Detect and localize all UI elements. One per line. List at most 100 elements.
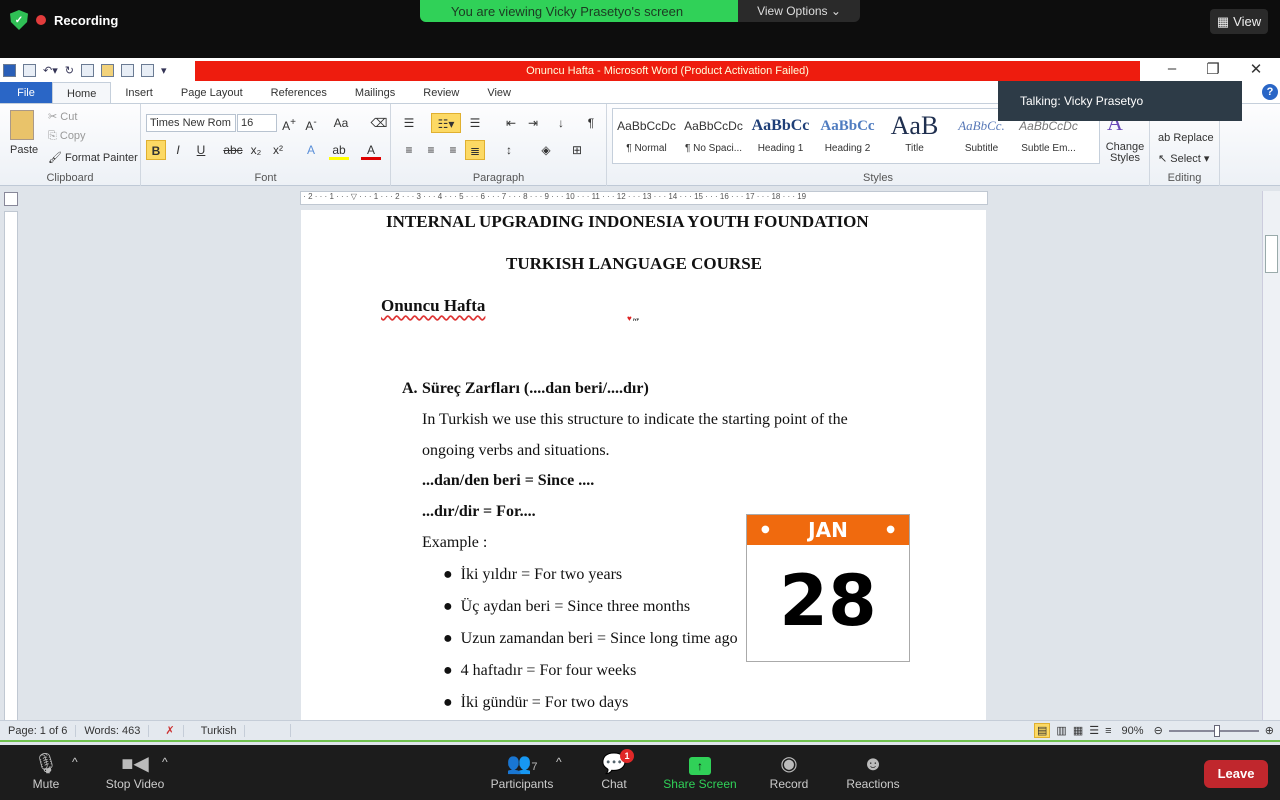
web-layout-icon[interactable]: ▦ bbox=[1073, 724, 1083, 737]
draft-icon[interactable]: ≡ bbox=[1105, 725, 1111, 737]
tab-insert[interactable]: Insert bbox=[111, 82, 167, 103]
full-screen-reading-icon[interactable]: ▥ bbox=[1056, 724, 1066, 737]
shrink-font-icon[interactable]: A- bbox=[301, 113, 321, 133]
participants-options-caret[interactable]: ^ bbox=[556, 755, 562, 769]
style-heading-1[interactable]: AaBbCc Heading 1 bbox=[747, 109, 814, 154]
increase-indent-icon[interactable]: ⇥ bbox=[523, 113, 543, 133]
italic-button[interactable]: I bbox=[168, 140, 188, 160]
zoom-out-icon[interactable]: ⊖ bbox=[1154, 724, 1163, 737]
align-right-icon[interactable]: ≡ bbox=[443, 140, 463, 160]
record-button[interactable]: ◉ Record bbox=[766, 751, 812, 791]
tab-mailings[interactable]: Mailings bbox=[341, 82, 409, 103]
tab-file[interactable]: File bbox=[0, 82, 52, 103]
customize-qat-icon[interactable]: ▾ bbox=[161, 64, 167, 77]
print-icon[interactable] bbox=[120, 63, 134, 77]
chat-badge: 1 bbox=[620, 749, 634, 763]
new-icon[interactable] bbox=[80, 63, 94, 77]
sort-icon[interactable]: ↓ bbox=[551, 113, 571, 133]
clear-format-icon[interactable]: ⌫ bbox=[369, 113, 389, 133]
outline-icon[interactable]: ☰ bbox=[1089, 724, 1099, 737]
reactions-button[interactable]: ☻ Reactions bbox=[842, 751, 904, 791]
underline-button[interactable]: U bbox=[191, 140, 211, 160]
style-title[interactable]: AaB Title bbox=[881, 109, 948, 154]
cut-button[interactable]: ✂ Cut bbox=[48, 110, 77, 123]
format-painter-button[interactable]: 🖌 Format Painter bbox=[48, 151, 138, 164]
tab-page-layout[interactable]: Page Layout bbox=[167, 82, 257, 103]
grow-font-icon[interactable]: A+ bbox=[279, 113, 299, 133]
audio-options-caret[interactable]: ^ bbox=[72, 755, 78, 769]
page-count[interactable]: Page: 1 of 6 bbox=[0, 724, 77, 737]
style-normal[interactable]: AaBbCcDc ¶ Normal bbox=[613, 109, 680, 154]
zoom-in-icon[interactable]: ⊕ bbox=[1265, 724, 1274, 737]
tab-references[interactable]: References bbox=[257, 82, 341, 103]
recording-label: Recording bbox=[54, 12, 119, 28]
vertical-scrollbar[interactable] bbox=[1262, 191, 1280, 720]
pilcrow-icon[interactable]: ¶ bbox=[581, 113, 601, 133]
borders-icon[interactable]: ⊞ bbox=[567, 140, 587, 160]
undo-icon[interactable]: ↶▾ bbox=[43, 64, 58, 77]
cursor-icon: ↖ bbox=[1158, 153, 1168, 165]
zoom-slider-thumb[interactable] bbox=[1213, 724, 1220, 737]
copy-button[interactable]: ⎘ Copy bbox=[48, 130, 86, 143]
style-heading-2[interactable]: AaBbCc Heading 2 bbox=[814, 109, 881, 154]
align-left-icon[interactable]: ≡ bbox=[399, 140, 419, 160]
reactions-label: Reactions bbox=[846, 777, 900, 791]
minimize-button[interactable]: – bbox=[1152, 60, 1192, 77]
tab-view[interactable]: View bbox=[473, 82, 525, 103]
print-layout-icon[interactable]: ▤ bbox=[1034, 723, 1051, 738]
scroll-thumb[interactable] bbox=[1265, 235, 1278, 273]
open-icon[interactable] bbox=[100, 63, 114, 77]
leave-button[interactable]: Leave bbox=[1204, 760, 1268, 788]
language-status[interactable]: ✗ Turkish bbox=[149, 724, 292, 737]
font-color-icon[interactable]: A bbox=[361, 140, 381, 160]
paragraph-label: Paragraph bbox=[472, 172, 525, 184]
view-button[interactable]: ▦ View bbox=[1210, 9, 1268, 34]
tab-selector[interactable] bbox=[4, 192, 18, 206]
paste-button[interactable]: Paste bbox=[10, 144, 38, 156]
decrease-indent-icon[interactable]: ⇤ bbox=[501, 113, 521, 133]
zoom-slider[interactable] bbox=[1168, 724, 1259, 737]
font-name-select[interactable]: Times New Rom bbox=[146, 114, 236, 132]
subscript-button[interactable]: x₂ bbox=[246, 140, 266, 160]
share-screen-button[interactable]: ↑ Share Screen bbox=[660, 751, 740, 791]
restore-button[interactable]: ❐ bbox=[1193, 60, 1233, 78]
style-no-spacing[interactable]: AaBbCcDc ¶ No Spaci... bbox=[680, 109, 747, 154]
tab-home[interactable]: Home bbox=[52, 82, 112, 103]
font-size-select[interactable]: 16 bbox=[237, 114, 277, 132]
mute-button[interactable]: 🎙 Mute bbox=[26, 751, 66, 791]
select-button[interactable]: ↖ Select ▾ bbox=[1158, 152, 1209, 165]
chat-button[interactable]: 💬 1 Chat bbox=[596, 749, 634, 791]
vertical-ruler[interactable] bbox=[4, 211, 18, 721]
change-styles-button[interactable]: Change Styles bbox=[1105, 142, 1145, 164]
text-effects-icon[interactable]: A bbox=[301, 140, 321, 160]
line-spacing-icon[interactable]: ↕ bbox=[499, 140, 519, 160]
superscript-button[interactable]: x² bbox=[268, 140, 288, 160]
replace-button[interactable]: ab Replace bbox=[1158, 132, 1214, 144]
multilevel-list-icon[interactable]: ☰ bbox=[465, 113, 485, 133]
help-icon[interactable]: ? bbox=[1262, 84, 1278, 100]
horizontal-ruler[interactable]: · 2 · · · 1 · · · ▽ · · · 1 · · · 2 · · … bbox=[300, 191, 988, 205]
bullets-icon[interactable]: ☰ bbox=[399, 113, 419, 133]
shading-icon[interactable]: ◈ bbox=[536, 140, 556, 160]
video-options-caret[interactable]: ^ bbox=[162, 755, 168, 769]
stop-video-button[interactable]: ■◀ Stop Video bbox=[100, 751, 170, 791]
strikethrough-button[interactable]: abc bbox=[223, 140, 243, 160]
save-icon[interactable] bbox=[23, 63, 36, 77]
word-count[interactable]: Words: 463 bbox=[76, 724, 150, 737]
print-preview-icon[interactable] bbox=[140, 63, 154, 77]
zoom-level[interactable]: 90% bbox=[1118, 725, 1148, 737]
document-page[interactable]: INTERNAL UPGRADING INDONESIA YOUTH FOUND… bbox=[301, 210, 986, 720]
bold-button[interactable]: B bbox=[146, 140, 166, 160]
cut-label: Cut bbox=[60, 111, 78, 123]
tab-review[interactable]: Review bbox=[409, 82, 473, 103]
redo-icon[interactable]: ↻ bbox=[65, 64, 74, 77]
numbering-icon[interactable]: ☷▾ bbox=[431, 113, 461, 133]
share-screen-label: Share Screen bbox=[663, 777, 737, 791]
change-case-icon[interactable]: Aa bbox=[331, 113, 351, 133]
align-center-icon[interactable]: ≡ bbox=[421, 140, 441, 160]
participants-button[interactable]: 👥7 Participants bbox=[486, 751, 558, 791]
close-button[interactable]: ✕ bbox=[1236, 60, 1276, 78]
view-options-button[interactable]: View Options ⌄ bbox=[738, 0, 860, 22]
justify-icon[interactable]: ≣ bbox=[465, 140, 485, 160]
highlight-icon[interactable]: ab bbox=[329, 140, 349, 160]
